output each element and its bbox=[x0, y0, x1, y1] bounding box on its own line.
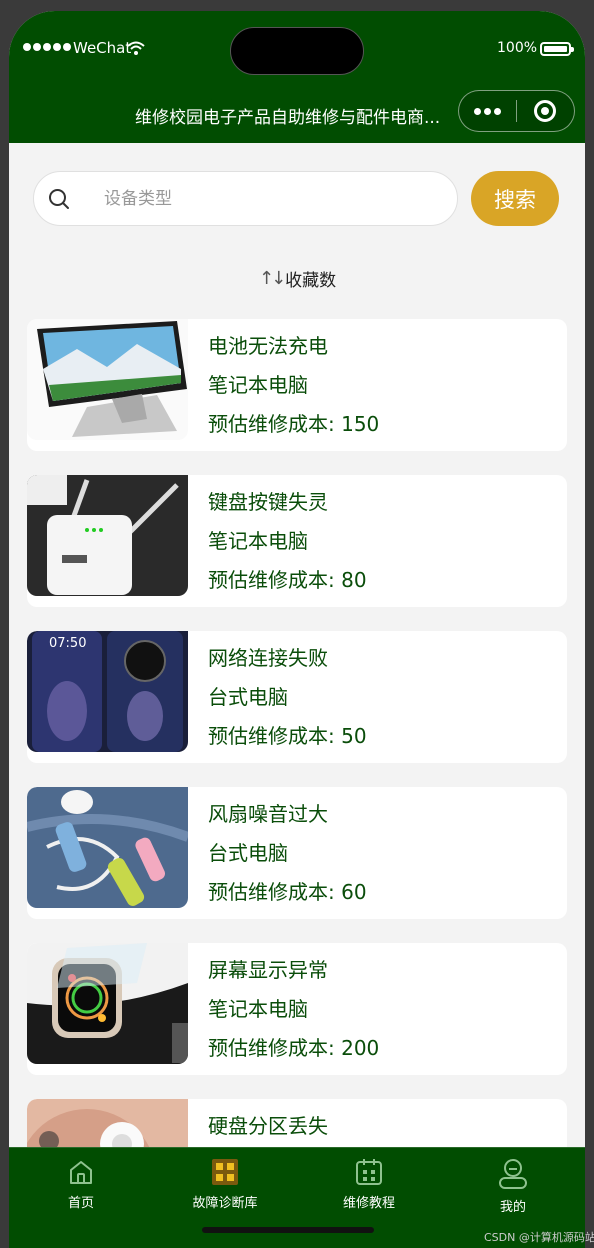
page-title: 维修校园电子产品自助维修与配件电商... bbox=[135, 108, 441, 128]
fault-info: 屏幕显示异常 笔记本电脑 预估维修成本: 200 bbox=[208, 951, 379, 1068]
repair-cost: 预估维修成本: 150 bbox=[208, 412, 380, 436]
fault-info: 网络连接失败 台式电脑 预估维修成本: 50 bbox=[208, 639, 367, 756]
sort-arrows-icon: ↑↓ bbox=[259, 268, 286, 289]
tab-home[interactable]: 首页 bbox=[9, 1148, 153, 1228]
fault-info: 硬盘分区丢失 bbox=[208, 1107, 328, 1146]
search-box bbox=[33, 171, 458, 226]
fault-card[interactable]: 07:50 网络连接失败 台式电脑 预估维修成本: 50 bbox=[27, 631, 567, 763]
signal-icon bbox=[23, 43, 71, 51]
tab-tutorials[interactable]: 维修教程 bbox=[297, 1148, 441, 1228]
fault-title: 网络连接失败 bbox=[208, 646, 328, 670]
fault-title: 硬盘分区丢失 bbox=[208, 1114, 328, 1138]
camera-notch bbox=[230, 27, 364, 75]
device-type: 台式电脑 bbox=[208, 841, 288, 865]
tab-fault-library[interactable]: 故障诊断库 bbox=[153, 1148, 297, 1228]
fault-title: 键盘按键失灵 bbox=[208, 490, 328, 514]
fault-title: 电池无法充电 bbox=[208, 334, 328, 358]
tab-label: 首页 bbox=[67, 1196, 94, 1211]
search-button[interactable]: 搜索 bbox=[471, 171, 559, 226]
nav-bar: 维修校园电子产品自助维修与配件电商... bbox=[9, 85, 585, 143]
more-icon[interactable] bbox=[459, 107, 516, 115]
device-type: 笔记本电脑 bbox=[208, 373, 308, 397]
fault-info: 电池无法充电 笔记本电脑 预估维修成本: 150 bbox=[208, 327, 379, 444]
thumbnail-image bbox=[27, 475, 188, 596]
device-type: 台式电脑 bbox=[208, 685, 288, 709]
fault-title: 屏幕显示异常 bbox=[208, 958, 328, 982]
fault-list: 电池无法充电 笔记本电脑 预估维修成本: 150 键盘按键失灵 笔记本电脑 预估… bbox=[27, 319, 567, 1248]
sort-toggle[interactable]: ↑↓ 收藏数 bbox=[259, 266, 336, 291]
thumbnail-image bbox=[27, 787, 188, 908]
search-icon bbox=[49, 189, 69, 209]
thumbnail-image bbox=[27, 319, 188, 440]
fault-card[interactable]: 屏幕显示异常 笔记本电脑 预估维修成本: 200 bbox=[27, 943, 567, 1075]
tab-label: 我的 bbox=[499, 1200, 526, 1215]
tab-label: 维修教程 bbox=[342, 1196, 395, 1211]
battery-icon bbox=[540, 42, 574, 56]
wifi-icon bbox=[127, 41, 145, 55]
home-indicator bbox=[202, 1227, 374, 1233]
thumbnail-image: 07:50 bbox=[27, 631, 188, 752]
fault-info: 风扇噪音过大 台式电脑 预估维修成本: 60 bbox=[208, 795, 367, 912]
phone-screen: WeChat 100% 维修校园电子产品自助维修与配件电商... 搜索 ↑↓ 收… bbox=[9, 11, 585, 1248]
calendar-icon bbox=[356, 1159, 382, 1185]
repair-cost: 预估维修成本: 60 bbox=[208, 880, 367, 904]
fault-card[interactable]: 电池无法充电 笔记本电脑 预估维修成本: 150 bbox=[27, 319, 567, 451]
status-bar: WeChat 100% bbox=[9, 11, 585, 85]
user-icon bbox=[499, 1159, 527, 1189]
grid-icon bbox=[212, 1159, 238, 1185]
fault-title: 风扇噪音过大 bbox=[208, 802, 328, 826]
repair-cost: 预估维修成本: 200 bbox=[208, 1036, 380, 1060]
fault-card[interactable]: 键盘按键失灵 笔记本电脑 预估维修成本: 80 bbox=[27, 475, 567, 607]
repair-cost: 预估维修成本: 50 bbox=[208, 724, 367, 748]
target-icon bbox=[534, 100, 557, 122]
device-type: 笔记本电脑 bbox=[208, 529, 308, 553]
watermark: CSDN @计算机源码站 bbox=[484, 1231, 594, 1244]
thumbnail-image bbox=[27, 943, 188, 1064]
carrier-name: WeChat bbox=[73, 39, 132, 57]
tab-label: 故障诊断库 bbox=[192, 1196, 258, 1211]
home-icon bbox=[70, 1161, 92, 1184]
fault-info: 键盘按键失灵 笔记本电脑 预估维修成本: 80 bbox=[208, 483, 367, 600]
sort-label: 收藏数 bbox=[285, 271, 337, 291]
close-mini-program-button[interactable] bbox=[517, 100, 575, 122]
svg-text:07:50: 07:50 bbox=[49, 636, 86, 651]
mini-program-capsule bbox=[458, 90, 575, 132]
repair-cost: 预估维修成本: 80 bbox=[208, 568, 367, 592]
tab-profile[interactable]: 我的 bbox=[441, 1148, 585, 1228]
device-type: 笔记本电脑 bbox=[208, 997, 308, 1021]
search-input[interactable] bbox=[104, 172, 444, 225]
fault-card[interactable]: 风扇噪音过大 台式电脑 预估维修成本: 60 bbox=[27, 787, 567, 919]
battery-percent: 100% bbox=[497, 40, 538, 56]
